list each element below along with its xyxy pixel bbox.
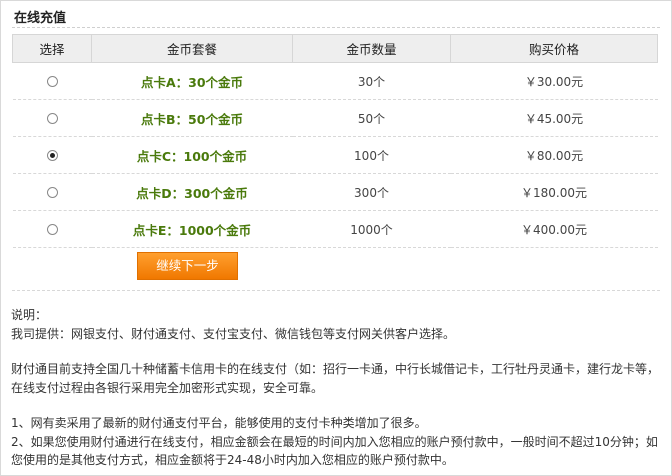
table-row: 点卡A：30个金币 30个 ￥30.00元 xyxy=(12,62,658,100)
notes-providers: 我司提供：网银支付、财付通支付、支付宝支付、微信钱包等支付网关供客户选择。 xyxy=(11,326,456,341)
notes-point-1: 1、网有卖采用了最新的财付通支付平台，能够使用的支付卡种类增加了很多。 xyxy=(11,416,427,430)
package-name: 点卡D：300个金币 xyxy=(91,173,293,211)
package-price: ￥400.00元 xyxy=(450,210,658,248)
package-price: ￥180.00元 xyxy=(450,173,658,211)
notes-heading: 说明： xyxy=(11,308,48,322)
coin-count: 50个 xyxy=(292,99,451,137)
coin-count: 30个 xyxy=(292,62,451,100)
package-c-radio[interactable] xyxy=(46,150,58,161)
panel-title: 在线充值 xyxy=(14,11,67,26)
header-count: 金币数量 xyxy=(292,34,451,63)
next-step-button[interactable]: 继续下一步 xyxy=(137,252,238,280)
package-e-radio[interactable] xyxy=(46,224,58,235)
table-header-row: 选择 金币套餐 金币数量 购买价格 xyxy=(12,34,658,63)
notes-point-2: 2、如果您使用财付通进行在线支付，相应金额会在最短的时间内加入您相应的账户预付款… xyxy=(11,434,658,468)
table-row: 点卡D：300个金币 300个 ￥180.00元 xyxy=(12,173,658,211)
package-name: 点卡E：1000个金币 xyxy=(91,210,293,248)
section-divider xyxy=(12,290,660,291)
package-price: ￥80.00元 xyxy=(450,136,658,174)
notes-section: 说明： 我司提供：网银支付、财付通支付、支付宝支付、微信钱包等支付网关供客户选择… xyxy=(11,306,659,470)
package-name: 点卡A：30个金币 xyxy=(91,62,293,100)
header-select: 选择 xyxy=(12,34,92,63)
coin-count: 300个 xyxy=(292,173,451,211)
package-price: ￥45.00元 xyxy=(450,99,658,137)
header-price: 购买价格 xyxy=(450,34,658,63)
package-name: 点卡B：50个金币 xyxy=(91,99,293,137)
coin-count: 100个 xyxy=(292,136,451,174)
table-row: 点卡E：1000个金币 1000个 ￥400.00元 xyxy=(12,210,658,248)
table-row: 点卡C：100个金币 100个 ￥80.00元 xyxy=(12,136,658,174)
package-price: ￥30.00元 xyxy=(450,62,658,100)
package-b-radio[interactable] xyxy=(46,113,58,124)
package-table: 选择 金币套餐 金币数量 购买价格 点卡A：30个金币 30个 ￥30.00元 … xyxy=(12,34,658,248)
notes-tenpay: 财付通目前支持全国几十种储蓄卡信用卡的在线支付（如：招行一卡通，中行长城借记卡，… xyxy=(11,362,660,395)
coin-count: 1000个 xyxy=(292,210,451,248)
package-d-radio[interactable] xyxy=(46,187,58,198)
table-row: 点卡B：50个金币 50个 ￥45.00元 xyxy=(12,99,658,137)
title-divider xyxy=(12,27,660,28)
package-name: 点卡C：100个金币 xyxy=(91,136,293,174)
package-a-radio[interactable] xyxy=(46,76,58,87)
header-package: 金币套餐 xyxy=(91,34,293,63)
